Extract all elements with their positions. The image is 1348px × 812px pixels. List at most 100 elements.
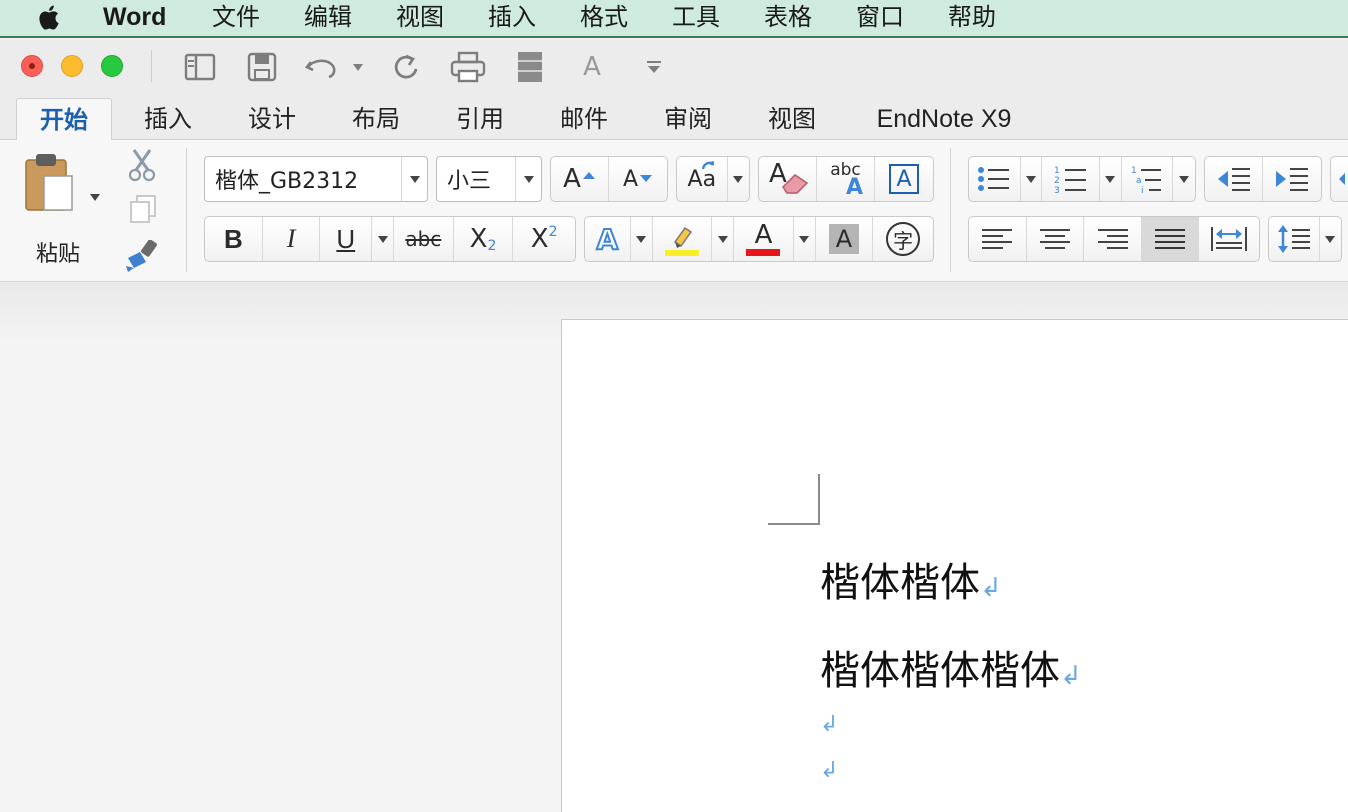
font-name-dropdown-icon[interactable] (401, 157, 427, 201)
customize-icon[interactable] (640, 50, 668, 84)
underline-dropdown-icon[interactable] (372, 217, 394, 261)
distributed-button[interactable] (1199, 217, 1259, 261)
menu-insert[interactable]: 插入 (488, 0, 536, 36)
svg-text:1: 1 (1054, 166, 1060, 176)
bullets-dropdown-icon[interactable] (1021, 157, 1043, 201)
increase-indent-icon (1276, 168, 1308, 191)
print-icon[interactable] (448, 50, 488, 84)
subscript-button[interactable]: X 2 (454, 217, 514, 261)
document-line-1[interactable]: 楷体楷体↲ (820, 550, 1002, 608)
menu-file[interactable]: 文件 (212, 0, 260, 36)
superscript-letter: X (530, 224, 549, 254)
menu-format[interactable]: 格式 (580, 0, 628, 36)
up-arrow-icon (582, 172, 595, 179)
numbering-button[interactable]: 123 (1042, 157, 1100, 201)
character-shading-button[interactable]: A (816, 217, 874, 261)
align-left-button[interactable] (969, 217, 1027, 261)
menu-app-word[interactable]: Word (103, 0, 166, 36)
sidebar-icon[interactable] (182, 50, 218, 84)
font-color-group: A A A 字 (584, 216, 934, 262)
document-line-3[interactable]: ↲ (820, 712, 838, 737)
align-left-icon (982, 229, 1013, 249)
italic-button[interactable]: I (263, 217, 321, 261)
justify-button[interactable] (1141, 217, 1200, 261)
bold-button[interactable]: B (205, 217, 263, 261)
shrink-font-letter: A (622, 166, 639, 192)
tab-home[interactable]: 开始 (16, 98, 112, 141)
tab-layout[interactable]: 布局 (328, 98, 424, 140)
shrink-font-button[interactable]: A (609, 157, 667, 201)
multilevel-list-button[interactable]: 1ai (1122, 157, 1174, 201)
sort-button[interactable] (1331, 157, 1348, 201)
undo-dropdown-icon[interactable] (350, 50, 366, 84)
text-effects-dropdown-icon[interactable] (631, 217, 653, 261)
bullets-button[interactable] (969, 157, 1021, 201)
font-size-value: 小三 (447, 169, 492, 194)
save-icon[interactable] (244, 50, 280, 84)
text-effects-button[interactable]: A (585, 217, 631, 261)
menu-tools[interactable]: 工具 (672, 0, 720, 36)
indent-group (1204, 156, 1322, 202)
tab-design[interactable]: 设计 (224, 98, 320, 140)
menu-view[interactable]: 视图 (396, 0, 444, 36)
line-spacing-icon (1277, 225, 1310, 253)
document-line-2[interactable]: 楷体楷体楷体↲ (820, 638, 1082, 696)
align-right-button[interactable] (1084, 217, 1142, 261)
tab-mailings[interactable]: 邮件 (536, 98, 632, 140)
cut-icon[interactable] (126, 148, 158, 182)
tab-insert[interactable]: 插入 (120, 98, 216, 140)
document-icon[interactable] (512, 50, 548, 84)
highlight-dropdown-icon[interactable] (712, 217, 735, 261)
tab-references[interactable]: 引用 (432, 98, 528, 140)
superscript-button[interactable]: X 2 (513, 217, 575, 261)
numbering-dropdown-icon[interactable] (1100, 157, 1122, 201)
menu-bar: Word 文件 编辑 视图 插入 格式 工具 表格 窗口 帮助 (0, 0, 1348, 38)
change-case-button[interactable]: Aa (677, 157, 728, 201)
grow-font-button[interactable]: A (551, 157, 610, 201)
copy-icon[interactable] (128, 194, 158, 224)
font-size-combo[interactable]: 小三 (436, 156, 542, 202)
sort-icon (1339, 173, 1345, 185)
redo-icon[interactable] (388, 50, 424, 84)
format-painter-icon[interactable] (124, 239, 160, 272)
underline-button[interactable]: U (320, 217, 373, 261)
strikethrough-button[interactable]: abc (394, 217, 454, 261)
character-border-button[interactable]: A (875, 157, 933, 201)
undo-icon[interactable] (304, 50, 340, 84)
zoom-window-button[interactable] (101, 55, 123, 77)
menu-help[interactable]: 帮助 (948, 0, 996, 36)
line-spacing-button[interactable] (1269, 217, 1320, 261)
line-spacing-dropdown-icon[interactable] (1320, 217, 1341, 261)
paste-button[interactable]: 粘贴 (20, 152, 110, 272)
tab-view[interactable]: 视图 (744, 98, 840, 140)
tab-endnote[interactable]: EndNote X9 (858, 98, 1030, 140)
paste-label: 粘贴 (36, 242, 81, 267)
menu-table[interactable]: 表格 (764, 0, 812, 36)
font-color-swatch (746, 249, 781, 256)
apple-icon[interactable] (36, 2, 64, 32)
paste-dropdown-icon[interactable] (90, 194, 100, 201)
increase-indent-button[interactable] (1263, 157, 1321, 201)
font-size-dropdown-icon[interactable] (515, 157, 541, 201)
document-line-4[interactable]: ↲ (820, 758, 838, 783)
line-spacing-group (1268, 216, 1342, 262)
down-arrow-icon (640, 175, 653, 182)
decrease-indent-icon (1217, 168, 1250, 191)
phonetic-guide-button[interactable]: 字 (873, 217, 933, 261)
decrease-indent-button[interactable] (1205, 157, 1264, 201)
menu-window[interactable]: 窗口 (856, 0, 904, 36)
multilevel-list-dropdown-icon[interactable] (1173, 157, 1195, 201)
menu-edit[interactable]: 编辑 (304, 0, 352, 36)
spelling-check-button[interactable]: abc A (817, 157, 875, 201)
close-window-button[interactable] (21, 55, 43, 77)
minimize-window-button[interactable] (61, 55, 83, 77)
highlight-button[interactable] (653, 217, 713, 261)
change-case-dropdown-icon[interactable] (728, 157, 749, 201)
clear-formatting-button[interactable]: A (759, 157, 817, 201)
text-icon[interactable]: A (574, 50, 610, 84)
font-color-dropdown-icon[interactable] (794, 217, 816, 261)
font-name-combo[interactable]: 楷体_GB2312 (204, 156, 428, 202)
tab-review[interactable]: 审阅 (640, 98, 736, 140)
font-color-button[interactable]: A (734, 217, 794, 261)
align-center-button[interactable] (1027, 217, 1085, 261)
